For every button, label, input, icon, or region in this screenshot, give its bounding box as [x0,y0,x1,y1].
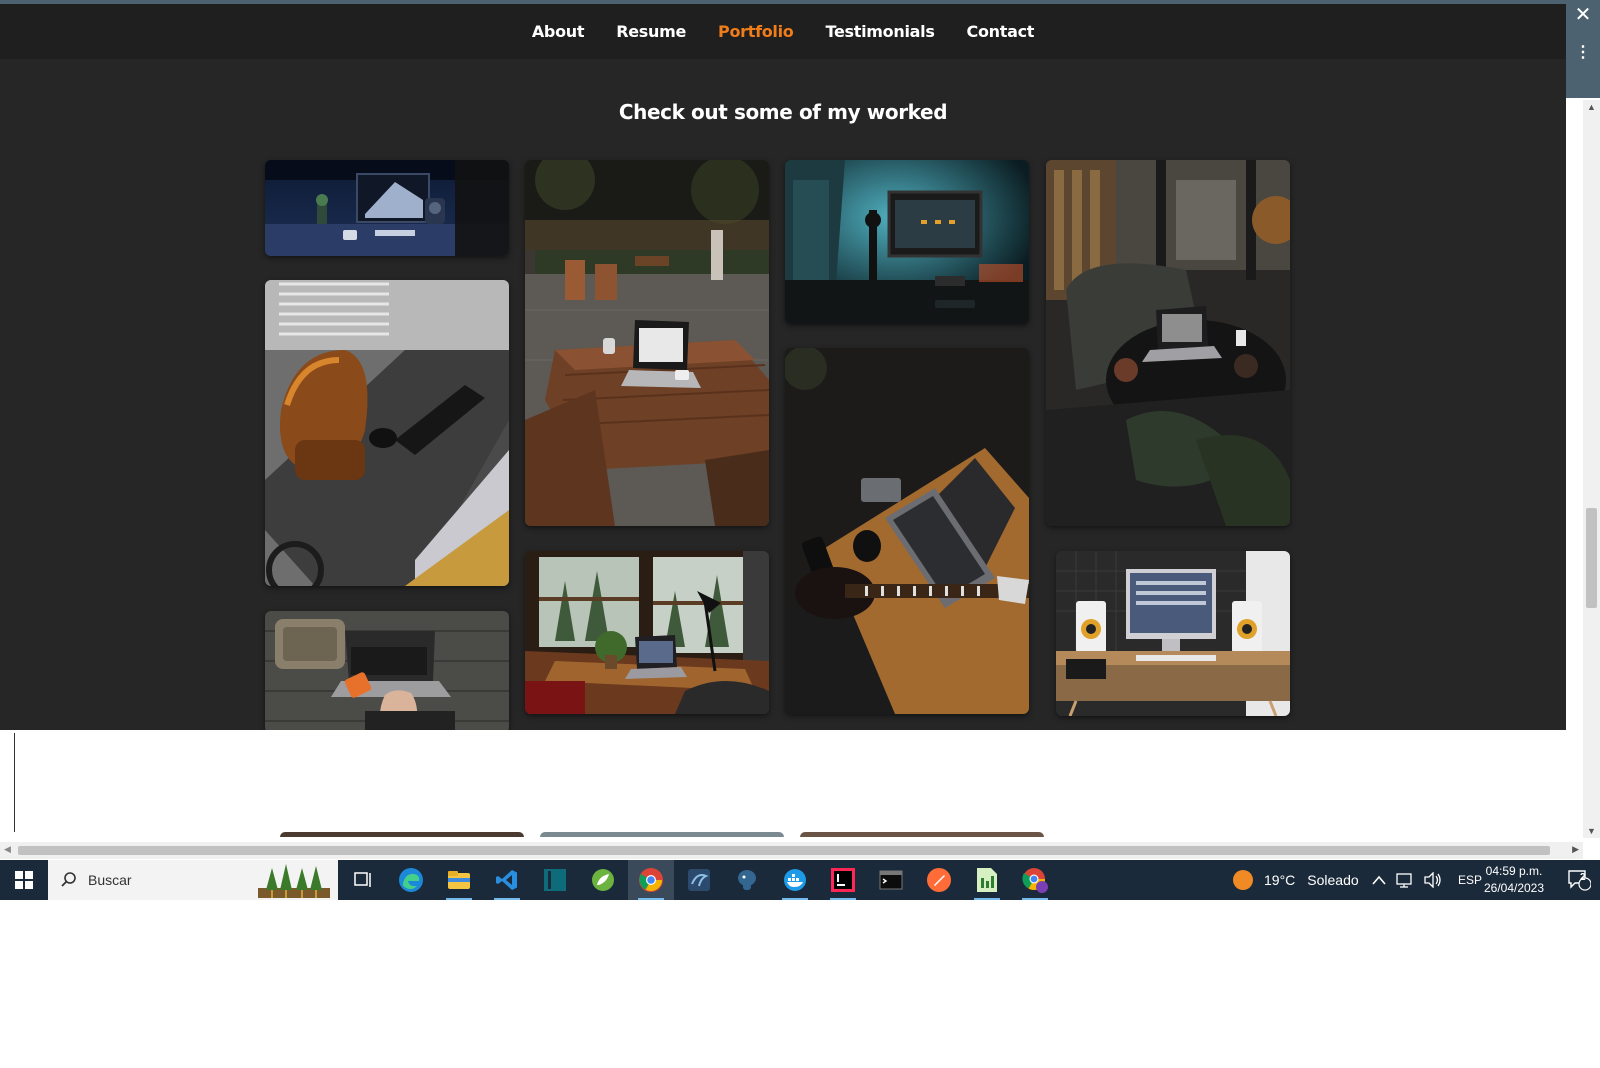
screen: About Resume Portfolio Testimonials Cont… [0,0,1600,1068]
vertical-scroll-thumb[interactable] [1586,508,1597,608]
section-title: Check out some of my worked [618,100,948,124]
clock[interactable]: 04:59 p.m. 26/04/2023 [1474,863,1554,897]
mysql-workbench-icon[interactable] [676,860,722,900]
laptop-orange-drive-photo[interactable] [265,611,509,730]
vertical-scrollbar[interactable]: ▲ ▼ [1583,100,1600,838]
nav-contact[interactable]: Contact [967,22,1035,41]
postgres-icon[interactable] [724,860,770,900]
weather-temp: 19°C [1264,872,1296,888]
window-desk-laptop-photo[interactable] [525,551,769,714]
chevron-up-icon[interactable] [1372,875,1386,885]
file-explorer-icon[interactable] [436,860,482,900]
panel-app-icon[interactable] [532,860,578,900]
nav-testimonials[interactable]: Testimonials [826,22,935,41]
horizontal-scroll-thumb[interactable] [18,846,1550,855]
cafe-couch-laptop-photo[interactable] [1046,160,1290,526]
edge-icon[interactable] [388,860,434,900]
notification-center-icon[interactable]: 2 [1558,860,1600,900]
leather-chair-keyboard-photo[interactable] [265,280,509,586]
site-nav: About Resume Portfolio Testimonials Cont… [0,4,1566,59]
scroll-left-icon[interactable]: ◀ [4,844,11,855]
close-icon[interactable]: ✕ [1566,0,1600,30]
search-highlight-icon [258,864,330,898]
running-indicator [782,898,808,900]
notification-count: 2 [1580,872,1586,883]
sun-icon [1233,870,1253,890]
spring-icon[interactable] [580,860,626,900]
taskbar-search[interactable]: Buscar [48,860,338,900]
terminal-icon[interactable] [868,860,914,900]
network-icon[interactable] [1396,872,1414,888]
running-indicator [446,898,472,900]
vscode-icon[interactable] [484,860,530,900]
overlay-panel [14,733,1582,832]
running-indicator [494,898,520,900]
more-options-icon[interactable]: ⋮ [1566,40,1600,66]
scroll-up-icon[interactable]: ▲ [1583,102,1600,112]
running-indicator [830,898,856,900]
sheets-icon[interactable] [964,860,1010,900]
clock-time: 04:59 p.m. [1485,864,1543,878]
taskbar: Buscar 19°C Soleado ESP 04:59 p.m. 26/04… [0,860,1600,900]
nav-resume[interactable]: Resume [616,22,686,41]
outdoor-table-laptop-photo[interactable] [525,160,769,526]
horizontal-scrollbar[interactable]: ◀ ▶ [0,842,1583,859]
clock-date: 26/04/2023 [1483,881,1545,895]
running-indicator [1022,898,1048,900]
running-indicator [974,898,1000,900]
running-indicator [638,898,664,900]
photo-peek-1 [280,832,524,837]
system-tray: ESP [1372,860,1482,900]
task-view-icon[interactable] [340,860,386,900]
photo-peek-3 [800,832,1044,837]
nav-portfolio[interactable]: Portfolio [718,22,794,41]
browser-viewport: About Resume Portfolio Testimonials Cont… [0,0,1566,730]
search-icon [61,872,76,887]
weather-condition: Soleado [1307,872,1359,888]
studio-imac-speakers-photo[interactable] [1056,551,1290,716]
chrome-icon[interactable] [628,860,674,900]
teal-monitor-setup-photo[interactable] [785,160,1029,324]
chrome-profile-icon[interactable] [1012,860,1058,900]
scroll-down-icon[interactable]: ▼ [1583,826,1600,836]
postman-icon[interactable] [916,860,962,900]
dark-desk-monitor-photo[interactable] [265,160,509,256]
photo-peek-2 [540,832,784,837]
windows-start-icon[interactable] [0,860,48,900]
docker-icon[interactable] [772,860,818,900]
search-placeholder: Buscar [88,872,132,888]
guitar-laptop-desk-photo[interactable] [785,348,1029,714]
weather-widget[interactable]: 19°C Soleado [1232,860,1359,900]
nav-about[interactable]: About [532,22,585,41]
intellij-icon[interactable] [820,860,866,900]
volume-icon[interactable] [1424,872,1442,888]
scroll-right-icon[interactable]: ▶ [1572,844,1579,855]
